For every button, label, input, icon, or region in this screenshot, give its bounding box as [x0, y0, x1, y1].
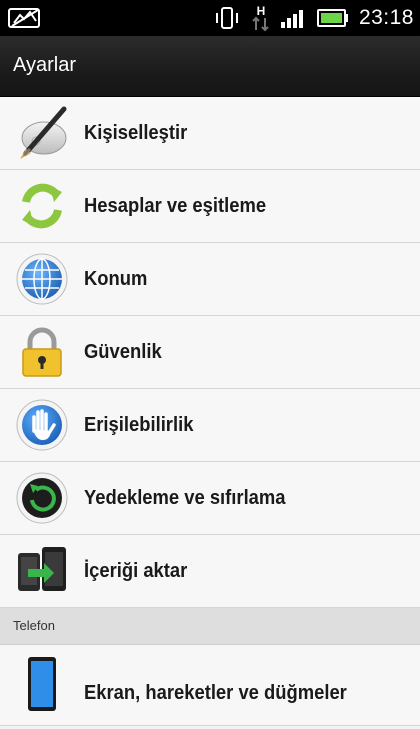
settings-item-label: İçeriği aktar [84, 560, 188, 582]
signal-icon [280, 10, 303, 28]
settings-item-label: Konum [84, 268, 148, 290]
settings-item-security[interactable]: Güvenlik [0, 316, 420, 389]
clock: 23:18 [358, 6, 414, 29]
transfer-content-icon [18, 547, 66, 591]
settings-item-label: Güvenlik [84, 341, 162, 363]
personalize-brush-icon [20, 106, 67, 159]
display-phone-icon [28, 657, 56, 711]
notification-icon [8, 8, 40, 28]
backup-reset-icon [16, 472, 68, 524]
hspa-label: H [257, 4, 266, 18]
section-header-phone: Telefon [0, 608, 420, 645]
settings-item-label: Kişiselleştir [84, 122, 188, 144]
settings-item-display-gestures-buttons[interactable]: Ekran, hareketler ve düğmeler [0, 645, 420, 726]
settings-item-accounts-sync[interactable]: Hesaplar ve eşitleme [0, 170, 420, 243]
settings-item-accessibility[interactable]: Erişilebilirlik [0, 389, 420, 462]
settings-item-label: Ekran, hareketler ve düğmeler [84, 682, 347, 704]
location-globe-icon [16, 253, 68, 305]
accessibility-hand-icon [16, 399, 68, 451]
page-title: Ayarlar [13, 54, 76, 76]
settings-list: Kişiselleştir Hesaplar ve eşitleme Konum [0, 97, 420, 726]
status-bar: H 23:18 [0, 0, 420, 36]
settings-item-personalize[interactable]: Kişiselleştir [0, 97, 420, 170]
sync-icon [22, 183, 62, 229]
settings-item-location[interactable]: Konum [0, 243, 420, 316]
hspa-data-icon: H [252, 4, 269, 32]
settings-item-label: Erişilebilirlik [84, 414, 194, 436]
settings-item-transfer-content[interactable]: İçeriği aktar [0, 535, 420, 608]
settings-item-backup-reset[interactable]: Yedekleme ve sıfırlama [0, 462, 420, 535]
section-header-label: Telefon [13, 618, 55, 633]
battery-icon [316, 9, 348, 27]
settings-item-label: Hesaplar ve eşitleme [84, 195, 267, 217]
settings-item-label: Yedekleme ve sıfırlama [84, 487, 286, 509]
vibrate-icon [215, 7, 238, 29]
lock-icon [22, 327, 62, 377]
title-bar: Ayarlar [0, 36, 420, 101]
